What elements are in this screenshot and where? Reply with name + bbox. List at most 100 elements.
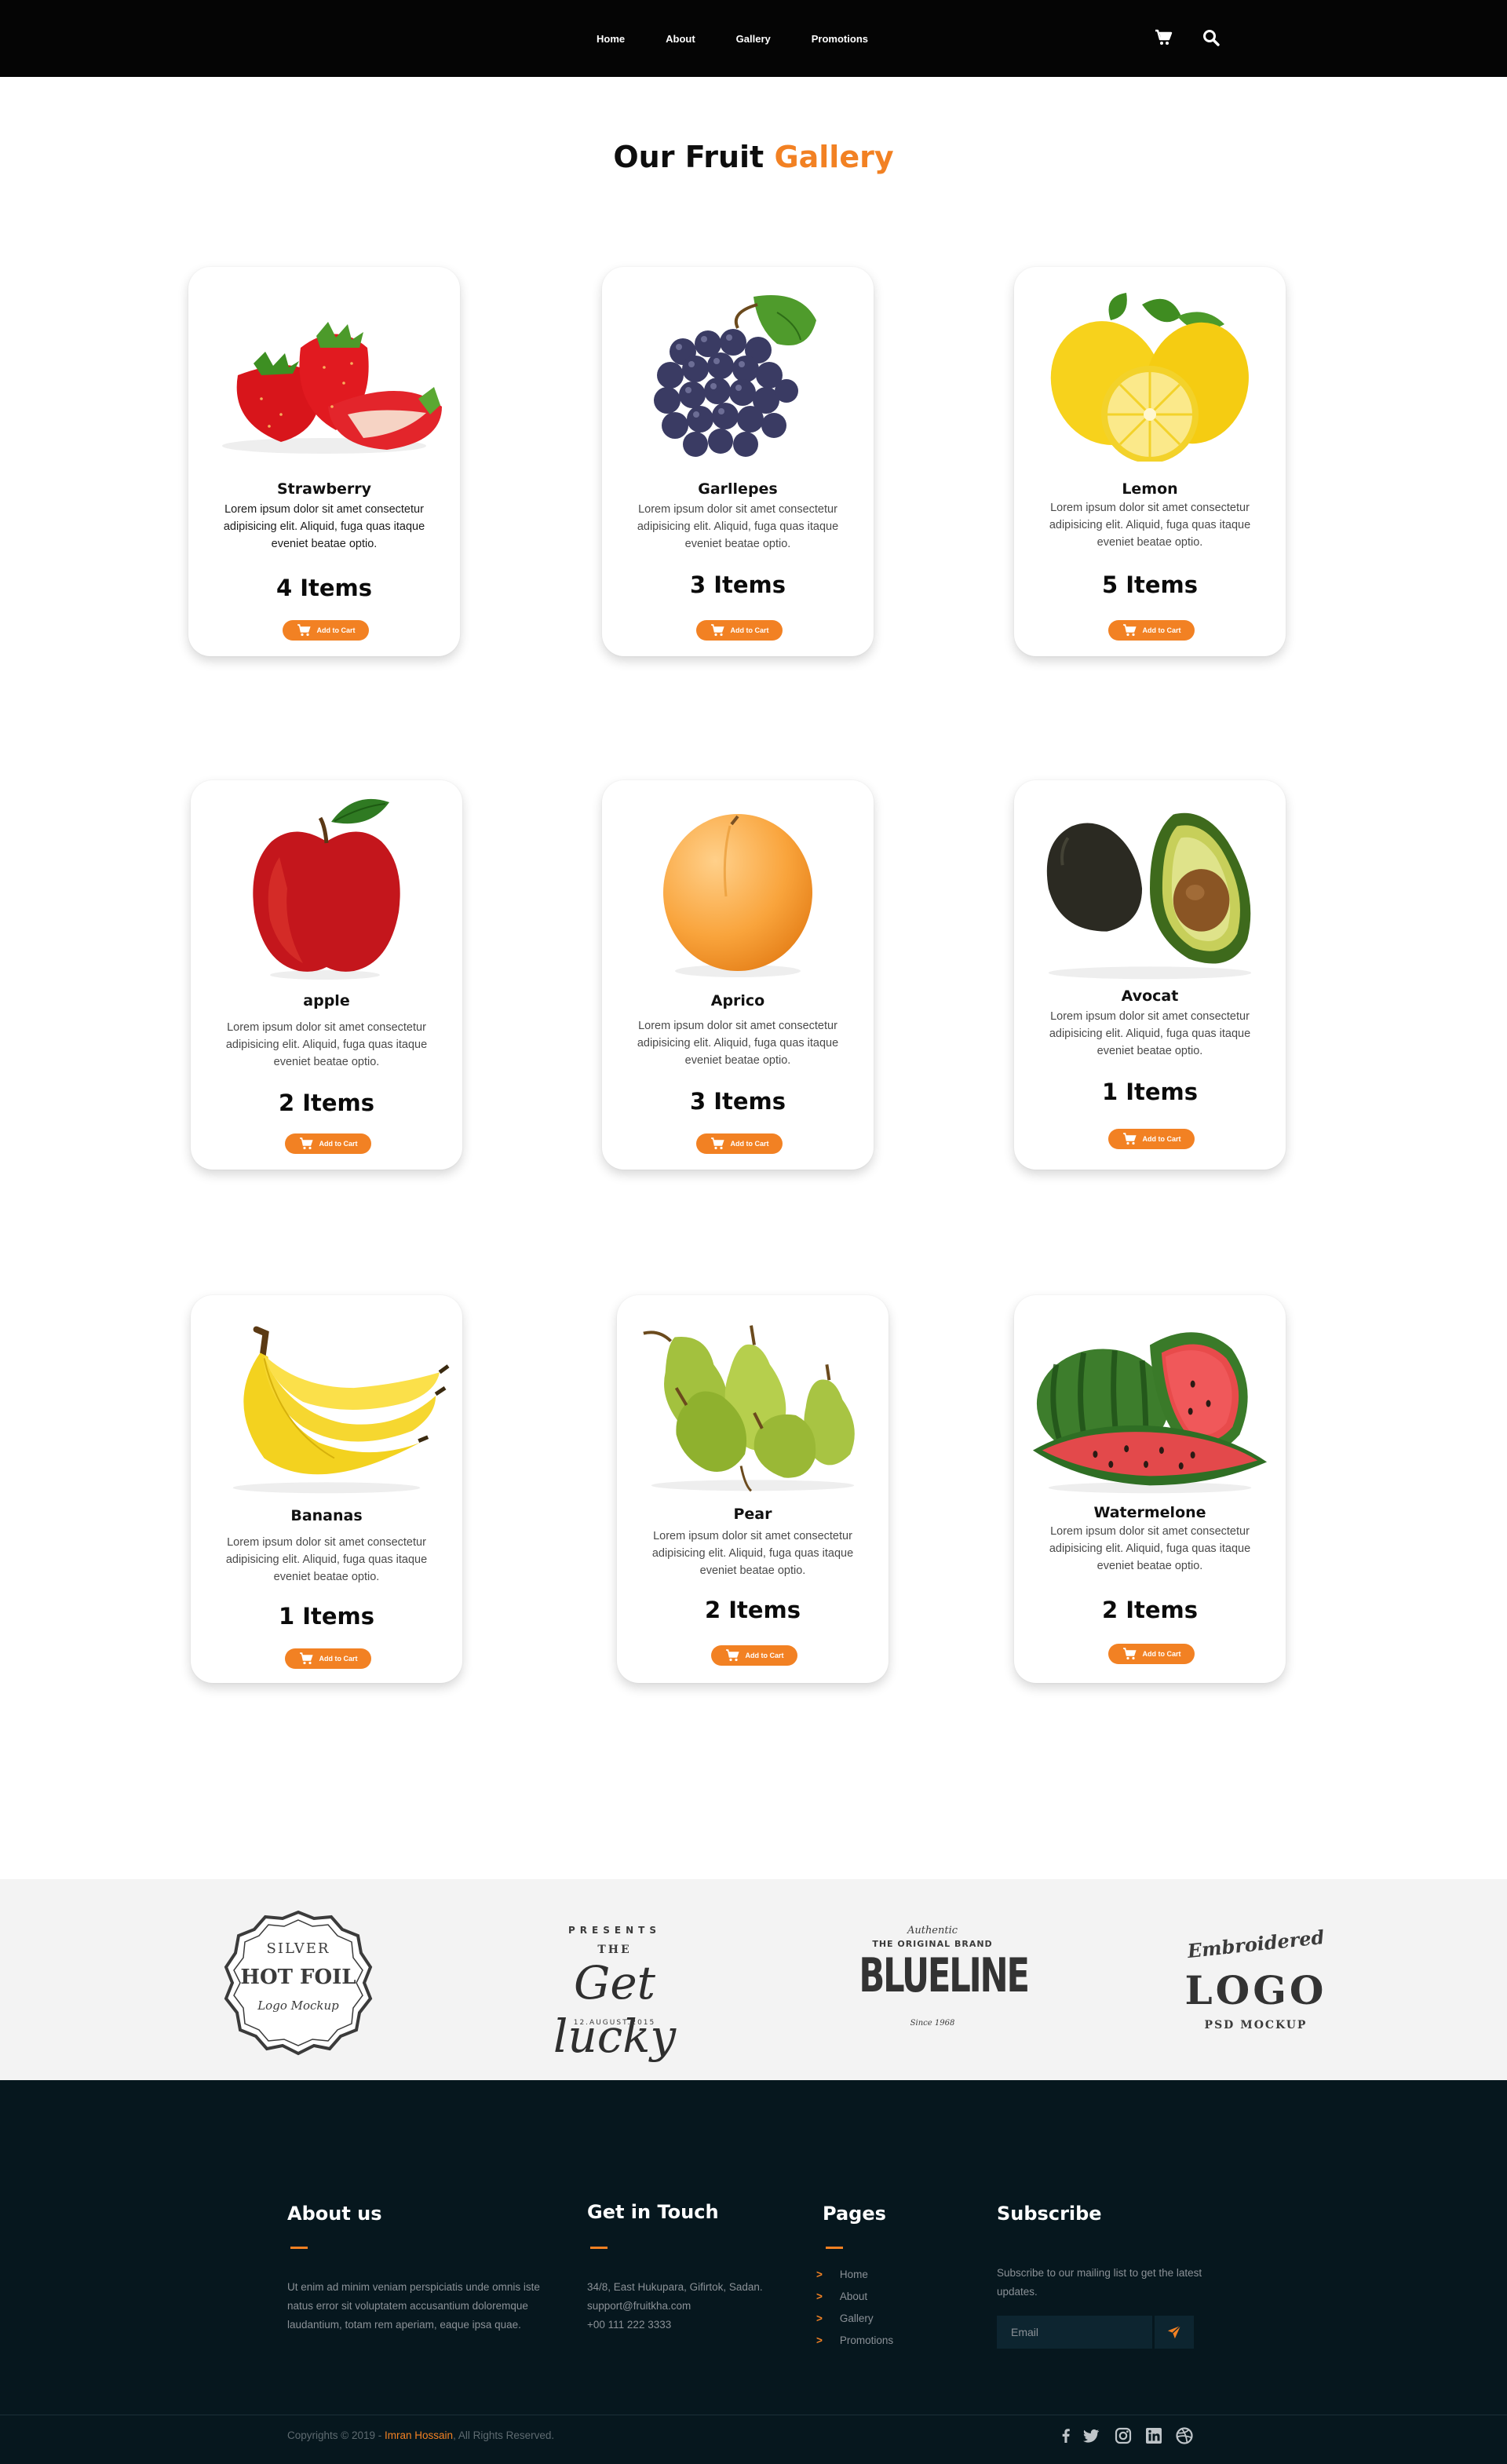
add-to-cart-button[interactable]: Add to Cart	[1108, 620, 1195, 641]
watermelon-image	[1025, 1301, 1275, 1506]
product-card-pear: Pear Lorem ipsum dolor sit amet consecte…	[617, 1295, 889, 1683]
chevron-right-icon: >	[816, 2313, 823, 2324]
linkedin-icon[interactable]	[1144, 2426, 1163, 2445]
product-card-avocado: Avocat Lorem ipsum dolor sit amet consec…	[1014, 780, 1286, 1170]
cart-icon	[710, 1137, 724, 1150]
add-to-cart-label: Add to Cart	[745, 1652, 784, 1659]
dribbble-icon[interactable]	[1175, 2426, 1194, 2445]
product-description: Lorem ipsum dolor sit amet consectetur a…	[637, 1020, 839, 1067]
nav-about-link[interactable]: About	[666, 33, 695, 45]
product-card-watermelon: Watermelone Lorem ipsum dolor sit amet c…	[1014, 1295, 1286, 1683]
subscribe-button[interactable]	[1155, 2316, 1194, 2349]
product-name: Strawberry	[276, 480, 372, 498]
footer-contact-phone: +00 111 222 3333	[587, 2319, 672, 2331]
brand-hot-foil-top: SILVER	[266, 1940, 330, 1957]
product-quantity: 3 Items	[689, 1088, 786, 1115]
twitter-icon[interactable]	[1082, 2426, 1100, 2445]
product-description: Lorem ipsum dolor sit amet consectetur a…	[225, 1021, 428, 1068]
cart-icon	[1122, 624, 1137, 637]
add-to-cart-button[interactable]: Add to Cart	[711, 1645, 797, 1666]
copyright-text: Copyrights © 2019 - Imran Hossain, All R…	[287, 2429, 554, 2441]
product-quantity: 4 Items	[275, 575, 373, 601]
footer-link-label: Gallery	[839, 2313, 874, 2324]
copyright-suffix: , All Rights Reserved.	[453, 2429, 555, 2441]
add-to-cart-button[interactable]: Add to Cart	[283, 620, 369, 641]
email-field[interactable]	[997, 2316, 1152, 2349]
product-quantity: 2 Items	[278, 1090, 375, 1116]
product-card-strawberry: Strawberry Lorem ipsum dolor sit amet co…	[188, 267, 460, 656]
add-to-cart-label: Add to Cart	[316, 626, 356, 634]
add-to-cart-button[interactable]: Add to Cart	[1108, 1129, 1195, 1149]
footer-pages-list: > Home > About > Gallery > Promotions	[816, 2264, 893, 2352]
footer-link-about[interactable]: > About	[816, 2286, 893, 2308]
lemon-image	[1025, 273, 1275, 477]
product-description: Lorem ipsum dolor sit amet consectetur a…	[225, 1536, 428, 1583]
brand-get-lucky-top: PRESENTS	[568, 1925, 661, 1936]
page: Home About Gallery Promotions Our Fruit …	[0, 0, 1507, 2464]
footer-pages-heading: Pages	[823, 2203, 886, 2225]
product-card-grapes: Garllepes Lorem ipsum dolor sit amet con…	[602, 267, 874, 656]
add-to-cart-button[interactable]: Add to Cart	[696, 1133, 783, 1154]
footer-link-home[interactable]: > Home	[816, 2264, 893, 2286]
apple-image	[202, 787, 451, 991]
footer-contact-email[interactable]: support@fruitkha.com	[587, 2297, 691, 2316]
copyright-author-link[interactable]: Imran Hossain	[385, 2429, 453, 2441]
send-icon	[1167, 2325, 1181, 2339]
add-to-cart-button[interactable]: Add to Cart	[285, 1133, 371, 1154]
brand-get-lucky-main: Get lucky	[553, 1956, 677, 2063]
add-to-cart-label: Add to Cart	[730, 626, 769, 634]
product-name: Bananas	[290, 1507, 363, 1524]
brand-embroidered-main: LOGO	[1184, 1967, 1327, 2013]
add-to-cart-label: Add to Cart	[730, 1140, 769, 1148]
product-description: Lorem ipsum dolor sit amet consectetur a…	[1049, 502, 1251, 549]
product-quantity: 1 Items	[1101, 1079, 1199, 1105]
nav-promotions-link[interactable]: Promotions	[812, 33, 868, 45]
search-icon[interactable]	[1202, 28, 1222, 49]
product-card-apple: apple Lorem ipsum dolor sit amet consect…	[191, 780, 462, 1170]
brand-hot-foil-main: HOT FOIL	[240, 1966, 356, 1989]
avocado-image	[1025, 787, 1275, 991]
brand-get-lucky-sub: 12.AUGUST.2015	[573, 2019, 656, 2027]
product-name: Pear	[733, 1506, 772, 1523]
nav-gallery-link[interactable]: Gallery	[736, 33, 771, 45]
cart-icon	[1122, 1648, 1137, 1660]
nav-home-link[interactable]: Home	[597, 33, 625, 45]
facebook-icon[interactable]	[1056, 2426, 1075, 2445]
add-to-cart-label: Add to Cart	[319, 1655, 358, 1663]
product-name: Avocat	[1121, 987, 1179, 1005]
footer-link-promotions[interactable]: > Promotions	[816, 2330, 893, 2352]
strawberry-image	[199, 273, 449, 477]
chevron-right-icon: >	[816, 2291, 823, 2302]
product-name: Lemon	[1122, 480, 1178, 498]
footer-link-gallery[interactable]: > Gallery	[816, 2308, 893, 2330]
add-to-cart-button[interactable]: Add to Cart	[285, 1648, 371, 1669]
footer-about-heading: About us	[287, 2203, 382, 2225]
add-to-cart-button[interactable]: Add to Cart	[1108, 1644, 1195, 1664]
product-description: Lorem ipsum dolor sit amet consectetur a…	[223, 503, 425, 550]
gallery-title-accent: Gallery	[774, 140, 894, 174]
footer-link-label: Home	[839, 2269, 868, 2280]
chevron-right-icon: >	[816, 2269, 823, 2280]
add-to-cart-label: Add to Cart	[1142, 1135, 1181, 1143]
cart-icon	[297, 624, 311, 637]
brand-blueline-top: Authentic	[907, 1925, 958, 1937]
product-quantity: 2 Items	[704, 1597, 801, 1623]
product-quantity: 5 Items	[1101, 571, 1199, 598]
grapes-image	[613, 273, 863, 477]
top-navbar: Home About Gallery Promotions	[0, 0, 1507, 77]
product-name: Aprico	[710, 992, 765, 1009]
brand-logos-strip: SILVER HOT FOIL Logo Mockup PRESENTS THE…	[0, 1879, 1507, 2080]
brand-embroidered-top: Embroidered	[1186, 1925, 1326, 1963]
brand-blueline-main: BLUELINE	[859, 1948, 1030, 2003]
product-description: Lorem ipsum dolor sit amet consectetur a…	[651, 1530, 854, 1577]
product-name: Watermelone	[1093, 1504, 1206, 1521]
add-to-cart-button[interactable]: Add to Cart	[696, 620, 783, 641]
product-name: Garllepes	[698, 480, 778, 498]
instagram-icon[interactable]	[1114, 2426, 1133, 2445]
footer-pages-divider	[826, 2247, 843, 2249]
product-description: Lorem ipsum dolor sit amet consectetur a…	[1049, 1010, 1251, 1057]
cart-icon	[299, 1652, 313, 1665]
brand-embroidered-sub: PSD MOCKUP	[1204, 2019, 1308, 2031]
cart-icon[interactable]	[1154, 28, 1174, 49]
product-card-lemon: Lemon Lorem ipsum dolor sit amet consect…	[1014, 267, 1286, 656]
